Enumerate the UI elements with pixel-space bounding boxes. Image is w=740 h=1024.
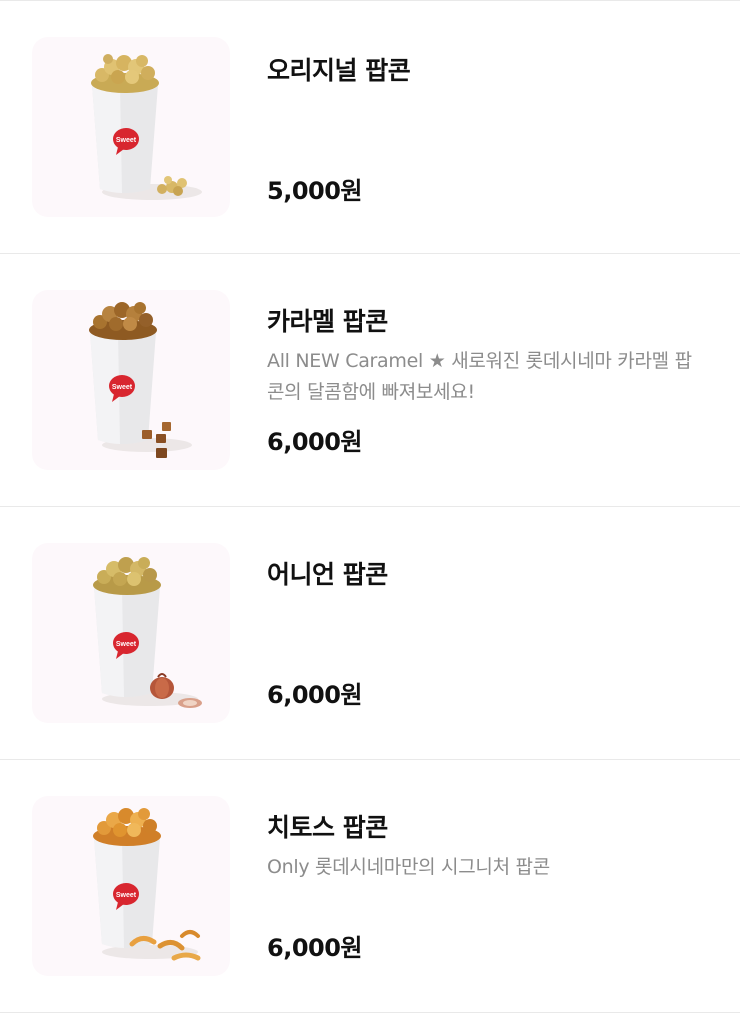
product-list: Sweet 오리지널 팝콘 5,000원 Sweet 카라멜 팝콘 All NE… <box>0 0 740 1013</box>
list-item[interactable]: Sweet 어니언 팝콘 6,000원 <box>0 507 740 760</box>
original-popcorn-icon: Sweet <box>32 37 230 217</box>
product-price: 6,000원 <box>267 428 363 456</box>
product-name: 치토스 팝콘 <box>267 813 388 842</box>
product-name: 어니언 팝콘 <box>267 560 388 589</box>
list-item[interactable]: Sweet 치토스 팝콘 Only 롯데시네마만의 시그니처 팝콘 6,000원 <box>0 760 740 1013</box>
svg-text:Sweet: Sweet <box>116 137 137 144</box>
list-item[interactable]: Sweet 오리지널 팝콘 5,000원 <box>0 1 740 254</box>
product-name: 카라멜 팝콘 <box>267 307 388 336</box>
svg-text:Sweet: Sweet <box>116 892 137 899</box>
caramel-popcorn-icon: Sweet <box>32 290 230 470</box>
product-price: 6,000원 <box>267 681 363 709</box>
list-item[interactable]: Sweet 카라멜 팝콘 All NEW Caramel ★ 새로워진 롯데시네… <box>0 254 740 507</box>
product-price: 6,000원 <box>267 934 363 962</box>
product-price: 5,000원 <box>267 177 363 205</box>
product-description: Only 롯데시네마만의 시그니처 팝콘 <box>267 856 550 878</box>
svg-text:Sweet: Sweet <box>116 641 137 648</box>
onion-popcorn-icon: Sweet <box>32 543 230 723</box>
cheetos-popcorn-icon: Sweet <box>32 796 230 976</box>
product-description: All NEW Caramel ★ 새로워진 롯데시네마 카라멜 팝콘의 달콤함… <box>267 350 692 403</box>
product-name: 오리지널 팝콘 <box>267 56 411 85</box>
svg-text:Sweet: Sweet <box>112 384 133 391</box>
